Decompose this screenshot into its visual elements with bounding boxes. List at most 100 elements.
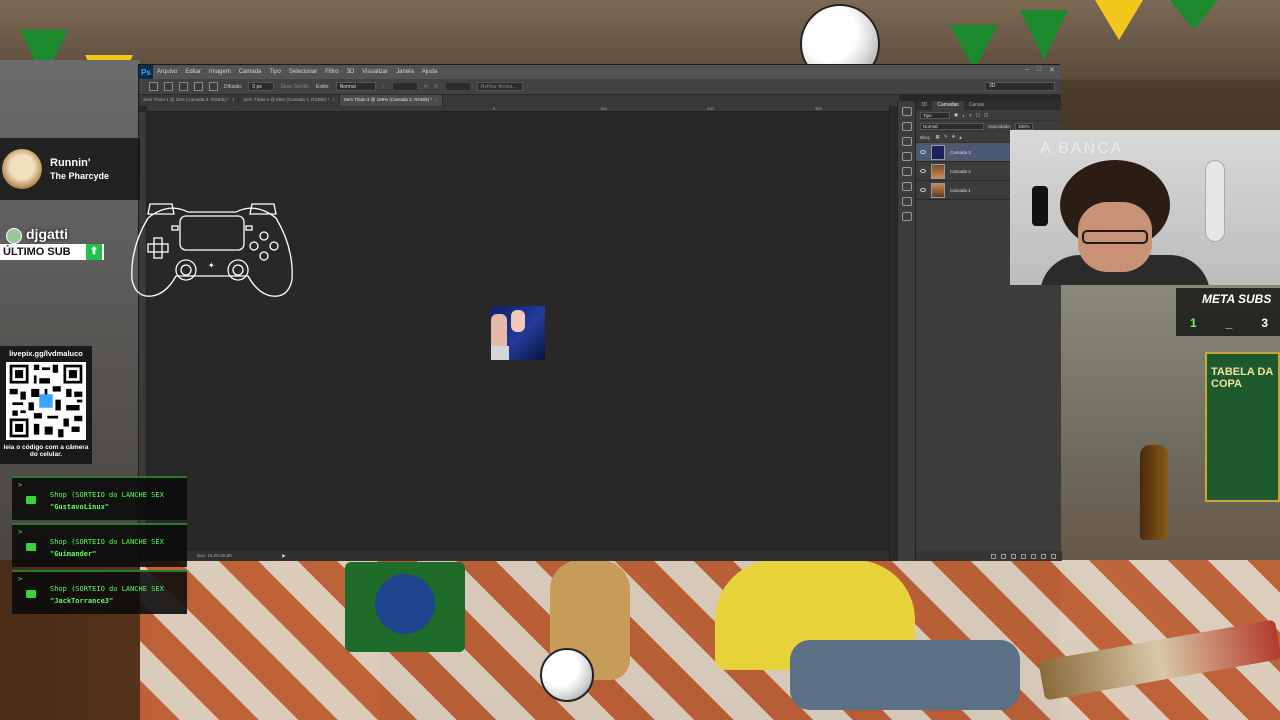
layer-thumbnail: [931, 182, 945, 198]
properties-icon[interactable]: [901, 122, 912, 131]
menu-camada[interactable]: Camada: [239, 69, 262, 75]
layer-filter-row: Tipo ▣ ◐ T ▢ ◫: [916, 110, 1061, 121]
status-menu-arrow-icon[interactable]: ▶: [282, 553, 285, 559]
shop-feed-item: > Shop (SORTEIO do LANCHE SEX "JackTorra…: [12, 570, 187, 614]
qr-caption: leia o código com a câmera do celular.: [3, 444, 89, 459]
link-layers-icon[interactable]: [991, 553, 996, 559]
filter-pixel-icon[interactable]: ▣: [954, 112, 958, 118]
pennant: [1170, 0, 1218, 30]
paragraph-icon[interactable]: [901, 182, 912, 191]
new-group-icon[interactable]: [1031, 553, 1036, 559]
blend-mode-select[interactable]: Normal: [920, 122, 984, 130]
vertical-scrollbar[interactable]: [889, 106, 897, 561]
tiled-floor: [140, 560, 1280, 720]
swap-icon[interactable]: ⇄: [424, 84, 428, 90]
visibility-eye-icon[interactable]: [920, 188, 926, 192]
lock-move-icon[interactable]: ✥: [952, 134, 956, 140]
add-selection-icon[interactable]: [179, 82, 188, 91]
subtract-selection-icon[interactable]: [194, 82, 203, 91]
shop-feed-item: > Shop (SORTEIO do LANCHE SEX "GustavoLi…: [12, 476, 187, 520]
gamepad-icon: ✦: [131, 203, 293, 297]
photoshop-window: Ps Arquivo Editar Imagem Camada Tipo Sel…: [138, 64, 1062, 561]
canvas-area[interactable]: [147, 112, 889, 549]
tab-camadas[interactable]: Camadas: [932, 101, 964, 110]
menu-filtro[interactable]: Filtro: [325, 69, 338, 75]
tab-canais[interactable]: Canais: [964, 101, 990, 110]
tab-3d[interactable]: 3D: [916, 101, 932, 110]
layer-filter-select[interactable]: Tipo: [920, 111, 950, 119]
filter-label: Tipo: [923, 112, 932, 118]
sub-goal-title: META SUBS: [1202, 292, 1272, 306]
close-button[interactable]: ✕: [1049, 66, 1055, 74]
menu-editar[interactable]: Editar: [185, 69, 201, 75]
style-select[interactable]: Normal: [335, 82, 376, 91]
photoshop-logo-icon: Ps: [139, 65, 153, 79]
sub-goal-score: 1 _ 3: [1184, 316, 1274, 330]
marquee-tool-icon[interactable]: [149, 82, 158, 91]
history-icon[interactable]: [901, 107, 912, 116]
webcam-wall-text: A BANCA: [1040, 140, 1124, 157]
visibility-eye-icon[interactable]: [920, 150, 926, 154]
delete-layer-icon[interactable]: [1051, 553, 1056, 559]
options-bar: Difusão: 0 px Suav. Serrilh. Estilo: Nor…: [139, 79, 1061, 95]
sub-goal-widget: META SUBS 1 _ 3: [1176, 288, 1280, 336]
new-layer-icon[interactable]: [1041, 553, 1046, 559]
document-image[interactable]: [491, 306, 545, 360]
width-input[interactable]: [391, 82, 418, 91]
refine-edge-button[interactable]: Refinar Aresta...: [476, 82, 523, 91]
adjustments-icon[interactable]: [901, 137, 912, 146]
skateboard: [1205, 160, 1225, 242]
close-tab-icon[interactable]: ×: [435, 97, 438, 102]
lock-paint-icon[interactable]: ✎: [944, 134, 948, 140]
menu-ajuda[interactable]: Ajuda: [422, 69, 437, 75]
menu-visualizar[interactable]: Visualizar: [362, 69, 388, 75]
feed-message: Shop (SORTEIO do LANCHE SEX: [50, 585, 164, 593]
layer-style-icon[interactable]: [1001, 553, 1006, 559]
feed-user: "JackTorrance3": [50, 597, 114, 605]
add-mask-icon[interactable]: [1011, 553, 1016, 559]
sub-avatar: [6, 228, 22, 244]
swatches-icon[interactable]: [901, 152, 912, 161]
feather-input[interactable]: 0 px: [248, 82, 275, 91]
panel-toolbar: [897, 101, 915, 561]
document-tab-active[interactable]: Sem Título-3 @ 189% (Camada 3, RGB/8) * ×: [339, 95, 443, 106]
lock-pixels-icon[interactable]: ▦: [936, 134, 940, 140]
height-input[interactable]: [444, 82, 471, 91]
opacity-input[interactable]: 100%: [1015, 122, 1034, 130]
shop-feed: > Shop (SORTEIO do LANCHE SEX "GustavoLi…: [12, 476, 187, 617]
filter-type-icon[interactable]: T: [969, 113, 972, 118]
document-tabs: Sem Título-1 @ 33% (Camada 3, RGB/8) * × …: [139, 95, 899, 106]
filter-smart-icon[interactable]: ◫: [984, 112, 988, 118]
document-tab[interactable]: Sem Título-2 @ 65% (Camada 1, RGB/8) * ×: [239, 95, 340, 106]
antialias-checkbox[interactable]: Suav. Serrilh.: [280, 84, 310, 90]
sub-goal-separator: _: [1225, 316, 1233, 330]
workspace-select[interactable]: 3D: [985, 82, 1055, 91]
filter-adjust-icon[interactable]: ◐: [962, 113, 965, 118]
character-icon[interactable]: [901, 167, 912, 176]
menu-janela[interactable]: Janela: [396, 69, 414, 75]
close-tab-icon[interactable]: ×: [332, 97, 335, 102]
ruler-mark: 100: [600, 106, 607, 111]
song-title: Runnin': [50, 157, 91, 169]
menu-imagem[interactable]: Imagem: [209, 69, 231, 75]
document-tab[interactable]: Sem Título-1 @ 33% (Camada 3, RGB/8) * ×: [139, 95, 240, 106]
doc-size: Doc: 16,2K/35,8K: [197, 553, 233, 558]
new-selection-icon[interactable]: [164, 82, 173, 91]
feather-label: Difusão:: [224, 83, 243, 90]
menu-3d[interactable]: 3D: [347, 69, 355, 75]
brush-icon[interactable]: [901, 197, 912, 206]
menu-selecionar[interactable]: Selecionar: [289, 69, 317, 75]
tools-icon[interactable]: [901, 212, 912, 221]
minimize-button[interactable]: –: [1025, 66, 1029, 74]
maximize-button[interactable]: □: [1037, 66, 1041, 74]
menu-tipo[interactable]: Tipo: [269, 69, 280, 75]
webcam-feed: A BANCA: [1010, 130, 1280, 285]
filter-shape-icon[interactable]: ▢: [976, 112, 980, 118]
tabela-title: TABELA DA COPA: [1211, 366, 1273, 391]
intersect-selection-icon[interactable]: [209, 82, 218, 91]
visibility-eye-icon[interactable]: [920, 169, 926, 173]
lock-all-icon[interactable]: 🔒︎: [959, 135, 961, 140]
adjustment-layer-icon[interactable]: [1021, 553, 1026, 559]
menu-arquivo[interactable]: Arquivo: [157, 69, 177, 75]
close-tab-icon[interactable]: ×: [232, 97, 235, 102]
